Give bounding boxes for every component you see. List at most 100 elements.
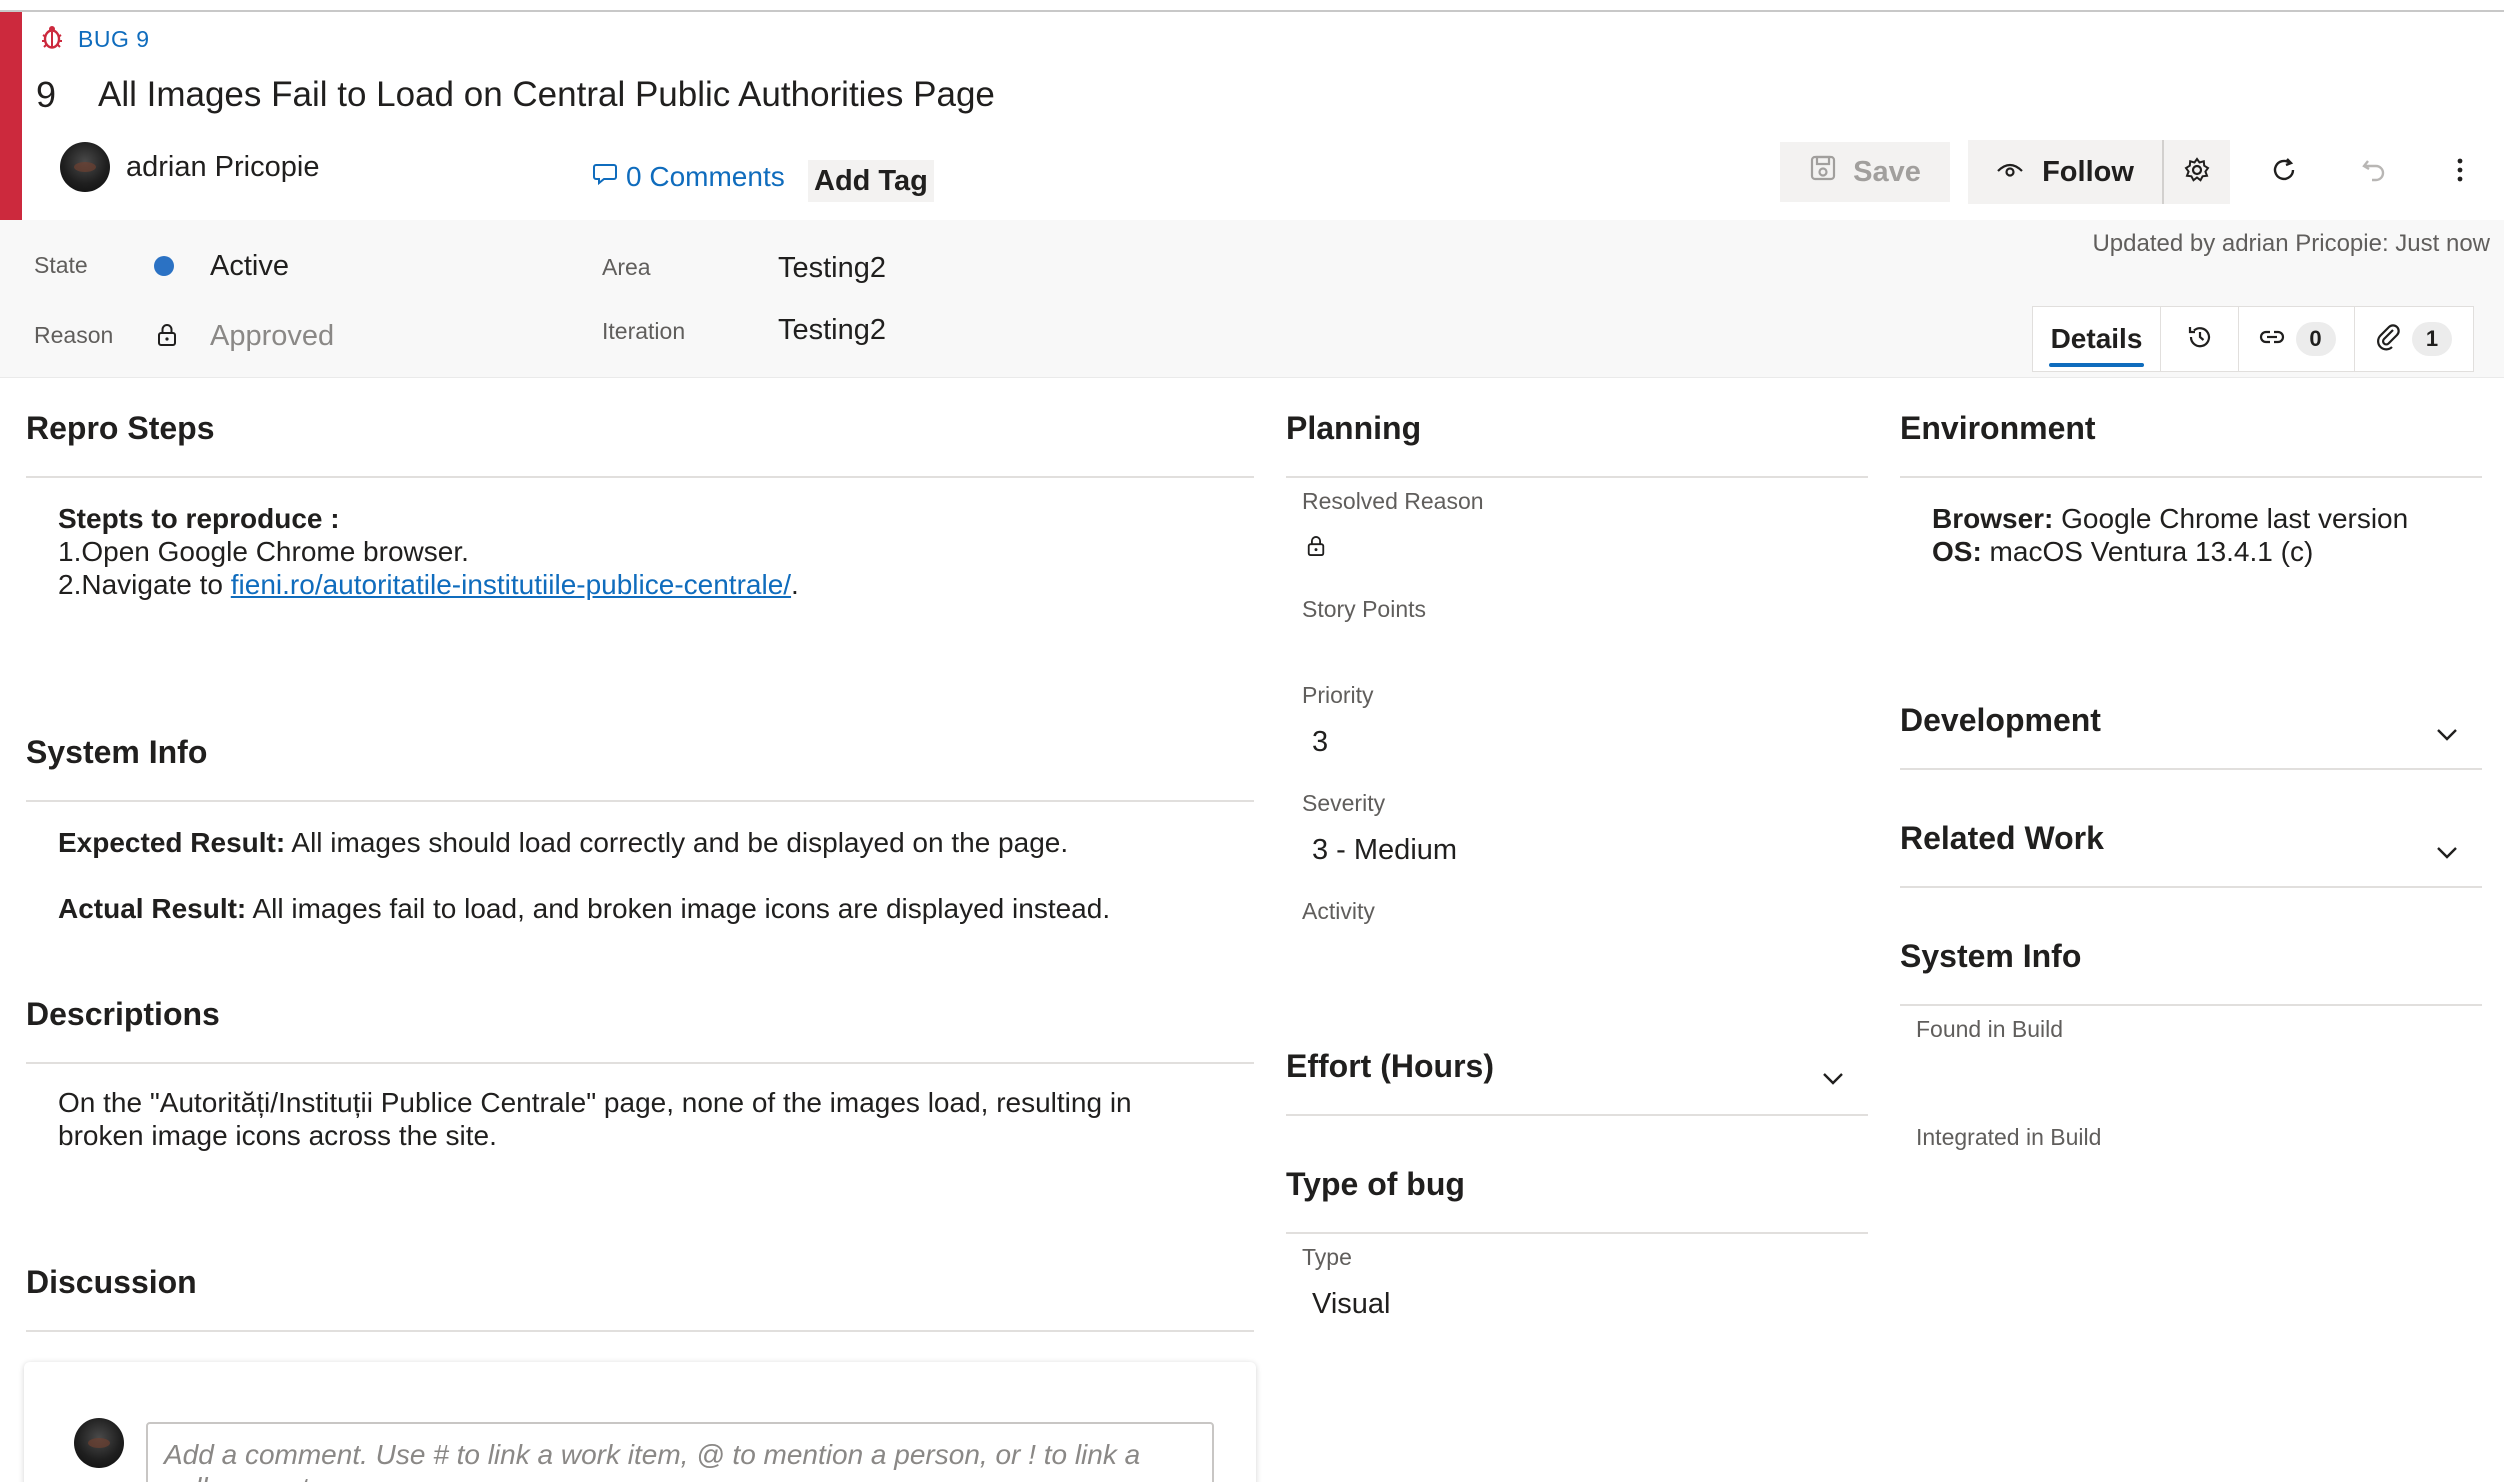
environment-browser: Browser: Google Chrome last version bbox=[1932, 502, 2492, 535]
refresh-button[interactable] bbox=[2252, 140, 2316, 204]
integrated-in-build-label: Integrated in Build bbox=[1916, 1124, 2102, 1150]
follow-button[interactable]: Follow bbox=[1968, 140, 2162, 204]
section-divider bbox=[1900, 768, 2482, 770]
state-indicator bbox=[154, 256, 174, 276]
reason-value: Approved bbox=[210, 320, 335, 352]
top-border bbox=[0, 0, 2504, 12]
environment-os: OS: macOS Ventura 13.4.1 (c) bbox=[1932, 535, 2492, 568]
priority-value[interactable]: 3 bbox=[1312, 726, 1328, 759]
state-label: State bbox=[34, 252, 88, 278]
repro-step-2: 2.Navigate to fieni.ro/autoritatile-inst… bbox=[58, 568, 1238, 601]
chevron-down-icon[interactable] bbox=[1818, 1064, 1848, 1094]
comment-icon bbox=[592, 160, 618, 193]
os-value: macOS Ventura 13.4.1 (c) bbox=[1981, 536, 2314, 567]
save-label: Save bbox=[1853, 155, 1921, 188]
repro-heading: Stepts to reproduce : bbox=[58, 503, 340, 534]
repro-steps-body[interactable]: Stepts to reproduce : 1.Open Google Chro… bbox=[58, 502, 1238, 601]
story-points-label: Story Points bbox=[1302, 596, 1426, 622]
tab-details[interactable]: Details bbox=[2033, 307, 2161, 371]
effort-title[interactable]: Effort (Hours) bbox=[1286, 1048, 1494, 1085]
work-item-tabs: Details 0 1 bbox=[2032, 306, 2474, 372]
avatar bbox=[74, 1418, 124, 1468]
state-value[interactable]: Active bbox=[210, 250, 289, 283]
links-count: 0 bbox=[2295, 322, 2336, 356]
repro-steps-title: Repro Steps bbox=[26, 410, 215, 446]
work-item-id: 9 bbox=[36, 74, 57, 115]
assigned-to-name: adrian Pricopie bbox=[126, 150, 320, 183]
add-tag-button[interactable]: Add Tag bbox=[808, 160, 934, 202]
comment-placeholder-line-1: Add a comment. Use # to link a work item… bbox=[164, 1439, 1141, 1470]
comments-count-label: 0 Comments bbox=[626, 160, 785, 192]
discussion-title: Discussion bbox=[26, 1264, 197, 1300]
expected-result-text: All images should load correctly and be … bbox=[285, 827, 1069, 858]
work-item-type-label[interactable]: BUG 9 bbox=[78, 26, 150, 53]
repro-step-2-suffix: . bbox=[791, 569, 799, 600]
lock-icon bbox=[156, 322, 178, 353]
comment-input[interactable]: Add a comment. Use # to link a work item… bbox=[146, 1422, 1214, 1482]
descriptions-title: Descriptions bbox=[26, 996, 220, 1032]
section-divider bbox=[26, 1330, 1254, 1332]
activity-label: Activity bbox=[1302, 898, 1375, 924]
more-icon bbox=[2456, 156, 2464, 189]
iteration-label: Iteration bbox=[602, 318, 686, 344]
system-info-title: System Info bbox=[26, 734, 208, 770]
bug-type-label: Type bbox=[1302, 1244, 1352, 1270]
actual-result[interactable]: Actual Result: All images fail to load, … bbox=[58, 892, 1238, 925]
environment-body[interactable]: Browser: Google Chrome last version OS: … bbox=[1932, 502, 2492, 568]
related-work-title[interactable]: Related Work bbox=[1900, 820, 2104, 857]
repro-url-link[interactable]: fieni.ro/autoritatile-institutiile-publi… bbox=[231, 569, 791, 600]
section-divider bbox=[1900, 476, 2482, 478]
comment-placeholder-line-2: pull request. bbox=[164, 1471, 1196, 1482]
follow-settings-button[interactable] bbox=[2162, 140, 2230, 204]
browser-value: Google Chrome last version bbox=[2053, 503, 2409, 534]
chevron-down-icon[interactable] bbox=[2432, 838, 2462, 868]
assigned-to[interactable]: adrian Pricopie bbox=[60, 142, 319, 192]
resolved-reason-label: Resolved Reason bbox=[1302, 488, 1484, 514]
os-label: OS: bbox=[1932, 536, 1982, 567]
more-actions-button[interactable] bbox=[2428, 140, 2492, 204]
area-value[interactable]: Testing2 bbox=[778, 252, 886, 285]
history-icon bbox=[2186, 323, 2214, 356]
system-info-right-title: System Info bbox=[1900, 938, 2082, 974]
section-divider bbox=[26, 1062, 1254, 1064]
section-divider bbox=[1900, 1004, 2482, 1006]
repro-step-2-prefix: 2.Navigate to bbox=[58, 569, 231, 600]
follow-label: Follow bbox=[2042, 155, 2134, 188]
development-title[interactable]: Development bbox=[1900, 702, 2101, 739]
work-item-type: BUG 9 bbox=[40, 22, 150, 56]
comments-link[interactable]: 0 Comments bbox=[592, 160, 785, 193]
tab-history[interactable] bbox=[2161, 307, 2239, 371]
title-row: 9 All Images Fail to Load on Central Pub… bbox=[36, 70, 995, 120]
save-button[interactable]: Save bbox=[1780, 142, 1950, 202]
environment-title: Environment bbox=[1900, 410, 2096, 446]
expected-result[interactable]: Expected Result: All images should load … bbox=[58, 826, 1238, 859]
section-divider bbox=[1286, 1232, 1868, 1234]
found-in-build-label: Found in Build bbox=[1916, 1016, 2064, 1042]
bug-icon bbox=[40, 24, 64, 55]
severity-value[interactable]: 3 - Medium bbox=[1312, 834, 1457, 867]
section-divider bbox=[1286, 476, 1868, 478]
section-divider bbox=[26, 800, 1254, 802]
type-of-bug-title: Type of bug bbox=[1286, 1166, 1465, 1202]
reason-label: Reason bbox=[34, 322, 114, 348]
refresh-icon bbox=[2269, 155, 2299, 190]
expected-result-label: Expected Result: bbox=[58, 827, 286, 858]
gear-icon bbox=[2183, 156, 2211, 189]
link-icon bbox=[2258, 327, 2286, 352]
actual-result-label: Actual Result: bbox=[58, 893, 247, 924]
lock-icon bbox=[1306, 534, 1326, 563]
actual-result-text: All images fail to load, and broken imag… bbox=[246, 893, 1111, 924]
tab-links[interactable]: 0 bbox=[2239, 307, 2355, 371]
bug-type-value[interactable]: Visual bbox=[1312, 1288, 1390, 1321]
undo-button[interactable] bbox=[2342, 140, 2406, 204]
iteration-value[interactable]: Testing2 bbox=[778, 314, 886, 347]
description-body[interactable]: On the "Autorități/Instituții Publice Ce… bbox=[58, 1086, 1238, 1152]
section-divider bbox=[1286, 1114, 1868, 1116]
area-label: Area bbox=[602, 254, 651, 280]
work-item-title[interactable]: All Images Fail to Load on Central Publi… bbox=[98, 75, 995, 115]
tab-attachments[interactable]: 1 bbox=[2355, 307, 2473, 371]
last-updated: Updated by adrian Pricopie: Just now bbox=[2092, 230, 2490, 257]
chevron-down-icon[interactable] bbox=[2432, 720, 2462, 750]
browser-label: Browser: bbox=[1932, 503, 2054, 534]
section-divider bbox=[1900, 886, 2482, 888]
